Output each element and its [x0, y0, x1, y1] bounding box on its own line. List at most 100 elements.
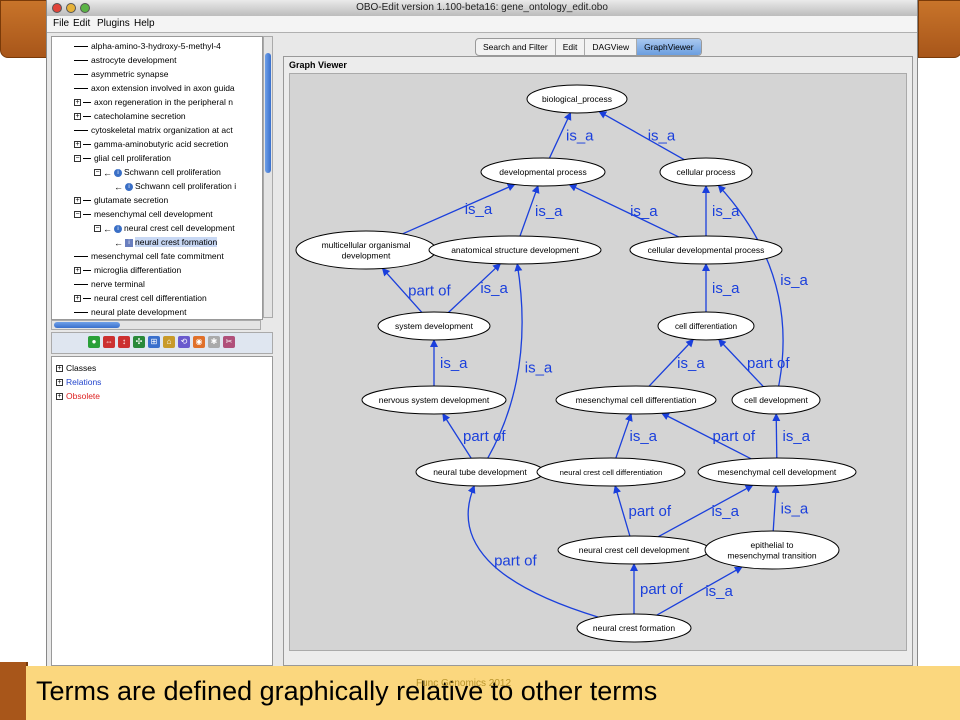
- node-sys[interactable]: system development: [377, 311, 491, 341]
- node-dev[interactable]: developmental process: [480, 157, 606, 187]
- tab-search-and-filter[interactable]: Search and Filter: [476, 39, 556, 55]
- lock-icon[interactable]: ⌂: [163, 336, 175, 348]
- menu-edit[interactable]: Edit: [73, 18, 90, 29]
- node-bp[interactable]: biological_process: [526, 84, 628, 114]
- tree-row[interactable]: astrocyte development: [74, 53, 177, 67]
- tree-row[interactable]: + neural crest cell differentiation: [74, 291, 207, 305]
- window-title: OBO-Edit version 1.100-beta16: gene_onto…: [356, 2, 608, 13]
- edge-label-emt-mesdev: is_a: [781, 501, 809, 518]
- filter-icon[interactable]: ⊞: [148, 336, 160, 348]
- expand-icon[interactable]: +: [74, 113, 81, 121]
- tree-row[interactable]: + microglia differentiation: [74, 263, 181, 277]
- edge-multi-dev[interactable]: [402, 183, 516, 235]
- link-icon[interactable]: ⟲: [178, 336, 190, 348]
- collapse-icon[interactable]: −: [74, 211, 81, 219]
- tree-row[interactable]: axon extension involved in axon guida: [74, 81, 235, 95]
- expand-icon[interactable]: +: [74, 141, 81, 149]
- expand-icon[interactable]: +: [56, 365, 63, 373]
- expand-icon[interactable]: +: [74, 99, 81, 107]
- target-icon[interactable]: ◉: [193, 336, 205, 348]
- settings-icon[interactable]: ✱: [208, 336, 220, 348]
- tree-row-classes[interactable]: + Classes: [56, 361, 96, 375]
- tools-icon[interactable]: ✂: [223, 336, 235, 348]
- expand-icon[interactable]: +: [74, 197, 81, 205]
- collapse-icon[interactable]: −: [74, 155, 81, 163]
- tree-row[interactable]: + catecholamine secretion: [74, 109, 186, 123]
- tab-edit[interactable]: Edit: [556, 39, 586, 55]
- scrollbar-thumb[interactable]: [54, 322, 120, 328]
- tree-row[interactable]: ← i neural crest formation: [114, 235, 218, 249]
- collapse-icon[interactable]: −: [94, 169, 101, 177]
- graph-canvas[interactable]: is_a is_a is_a is_a is_a is_a part of is_a is_a i…: [289, 73, 907, 651]
- collapse-icon[interactable]: −: [94, 225, 101, 233]
- node-mesdiff[interactable]: mesenchymal cell differentiation: [555, 385, 717, 415]
- tree-row[interactable]: − ← i Schwann cell proliferation: [94, 165, 221, 179]
- slide-caption-bar: Terms are defined graphically relative t…: [26, 666, 960, 720]
- tree-row[interactable]: + axon regeneration in the peripheral n: [74, 95, 233, 109]
- edge-label-celldev-cell: is_a: [712, 203, 740, 220]
- expand-icon[interactable]: +: [56, 379, 63, 387]
- node-ntube[interactable]: neural tube development: [415, 457, 545, 487]
- tree-row-label: axon extension involved in axon guida: [91, 83, 235, 93]
- node-label: cell development: [744, 395, 808, 405]
- tree-row-label: nerve terminal: [91, 279, 145, 289]
- tree-row-label: neural crest cell differentiation: [94, 293, 207, 303]
- tree-connector: [83, 270, 91, 272]
- tab-dagview[interactable]: DAGView: [585, 39, 638, 55]
- node-nerv[interactable]: nervous system development: [361, 385, 507, 415]
- menu-plugins[interactable]: Plugins: [97, 18, 130, 29]
- tree-row[interactable]: alpha-amino-3-hydroxy-5-methyl-4: [74, 39, 221, 53]
- node-label: mesenchymal cell development: [718, 467, 837, 477]
- node-anat[interactable]: anatomical structure development: [428, 235, 602, 265]
- slide-corner-bottom: [0, 662, 28, 720]
- tab-graphviewer[interactable]: GraphViewer: [637, 39, 701, 55]
- node-multi[interactable]: multicellular organismaldevelopment: [295, 230, 437, 270]
- edge-mesdev-celldevelop[interactable]: [772, 413, 781, 459]
- node-celldev[interactable]: cellular developmental process: [629, 235, 783, 265]
- expand-icon[interactable]: +: [74, 295, 81, 303]
- node-label: mesenchymal transition: [727, 550, 817, 560]
- tree-row[interactable]: − mesenchymal cell development: [74, 207, 213, 221]
- node-ncf[interactable]: neural crest formation: [576, 613, 692, 643]
- node-label: anatomical structure development: [451, 245, 579, 255]
- menu-file[interactable]: File: [53, 18, 69, 29]
- menu-help[interactable]: Help: [134, 18, 155, 29]
- tree-connector: [74, 74, 88, 76]
- edge-label-cdiff-celldev: is_a: [712, 280, 740, 297]
- tree-vertical-scrollbar[interactable]: [263, 36, 273, 318]
- edge-label-multi-dev: is_a: [465, 201, 493, 218]
- expand-icon[interactable]: +: [56, 393, 63, 401]
- tree-row[interactable]: − glial cell proliferation: [74, 151, 171, 165]
- tree-row[interactable]: + gamma-aminobutyric acid secretion: [74, 137, 228, 151]
- tree-row-obsolete[interactable]: + Obsolete: [56, 389, 100, 403]
- tree-row[interactable]: asymmetric synapse: [74, 67, 168, 81]
- edge-celldev-dev[interactable]: [568, 184, 679, 238]
- tree-row-label: Schwann cell proliferation i: [135, 181, 237, 191]
- tree-row[interactable]: neural plate development: [74, 305, 186, 319]
- ontology-graph[interactable]: is_a is_ais_a is_a is_a is_apart of is_a is_a i…: [290, 74, 906, 650]
- tree-row[interactable]: ← i Schwann cell proliferation i: [114, 179, 236, 193]
- node-celldevelop[interactable]: cell development: [731, 385, 821, 415]
- node-ncdev[interactable]: neural crest cell development: [557, 535, 711, 565]
- split-icon[interactable]: ↕: [118, 336, 130, 348]
- node-ncdiff[interactable]: neural crest cell differentiation: [536, 457, 686, 487]
- expand-icon[interactable]: +: [74, 267, 81, 275]
- tree-row[interactable]: cytoskeletal matrix organization at act: [74, 123, 233, 137]
- add-term-icon[interactable]: ●: [88, 336, 100, 348]
- node-emt[interactable]: epithelial tomesenchymal transition: [704, 530, 840, 570]
- tree-row-label: cytoskeletal matrix organization at act: [91, 125, 233, 135]
- edge-label-celldev-dev: is_a: [630, 203, 658, 220]
- scrollbar-thumb[interactable]: [265, 53, 271, 173]
- tree-row[interactable]: − ← i neural crest cell development: [94, 221, 235, 235]
- tree-row-relations[interactable]: + Relations: [56, 375, 101, 389]
- tree-row[interactable]: nerve terminal: [74, 277, 145, 291]
- merge-icon[interactable]: ⇔: [103, 336, 115, 348]
- tree-horizontal-scrollbar[interactable]: [51, 320, 261, 330]
- tree-row[interactable]: mesenchymal cell fate commitment: [74, 249, 224, 263]
- move-icon[interactable]: ✣: [133, 336, 145, 348]
- node-cdiff[interactable]: cell differentiation: [657, 311, 755, 341]
- tree-row[interactable]: + glutamate secretion: [74, 193, 168, 207]
- edge-emt-mesdev[interactable]: [771, 485, 780, 532]
- node-mesdev[interactable]: mesenchymal cell development: [697, 457, 857, 487]
- node-cell[interactable]: cellular process: [659, 157, 753, 187]
